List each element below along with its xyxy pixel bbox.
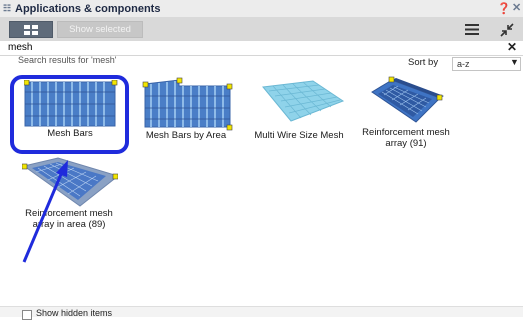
show-hidden-label: Show hidden items xyxy=(36,308,113,318)
hamburger-menu-icon xyxy=(465,24,479,35)
show-hidden-checkbox[interactable] xyxy=(22,310,32,320)
clear-x-icon[interactable]: ✕ xyxy=(507,40,517,54)
component-label: Mesh Bars by Area xyxy=(145,130,227,141)
footer: Show hidden items xyxy=(0,306,523,320)
mesh-bars-by-area-icon xyxy=(142,77,233,131)
component-label: Multi Wire Size Mesh xyxy=(254,130,344,141)
title-bar: ☷ Applications & components ❓ ✕ xyxy=(0,0,523,17)
sort-by-label: Sort by xyxy=(408,57,439,68)
grip-icon[interactable]: ☷ xyxy=(3,3,11,14)
window-title: Applications & components xyxy=(15,3,161,15)
close-icon[interactable]: ✕ xyxy=(512,1,521,14)
component-mesh-bars-by-area[interactable]: Mesh Bars by Area xyxy=(136,74,236,148)
help-icon[interactable]: ❓ xyxy=(497,2,511,15)
collapse-arrows-icon xyxy=(500,22,514,37)
selection-highlight xyxy=(10,75,129,154)
reinforcement-mesh-array-icon xyxy=(371,76,444,123)
search-row: ✕ xyxy=(0,40,523,56)
reinforcement-mesh-array-in-area-icon xyxy=(22,157,118,207)
component-multi-wire-size-mesh[interactable]: Multi Wire Size Mesh xyxy=(243,76,355,150)
search-input[interactable] xyxy=(8,41,488,54)
component-reinforcement-mesh-array[interactable]: Reinforcement mesh array (91) xyxy=(358,74,454,154)
collapse-button[interactable] xyxy=(494,21,520,38)
sort-select[interactable]: a-z ▼ xyxy=(452,57,521,71)
chevron-down-icon: ▼ xyxy=(510,57,519,67)
grid-view-icon xyxy=(24,24,38,35)
grid-view-button[interactable] xyxy=(9,21,53,38)
component-reinforcement-mesh-array-in-area[interactable]: Reinforcement mesh array in area (89) xyxy=(14,156,126,236)
results-summary: Search results for 'mesh' xyxy=(18,55,117,65)
component-label: Reinforcement mesh array in area (89) xyxy=(25,208,113,230)
multi-wire-size-mesh-icon xyxy=(262,80,345,122)
menu-button[interactable] xyxy=(457,21,487,38)
show-selected-button[interactable]: Show selected xyxy=(57,21,143,38)
component-label: Reinforcement mesh array (91) xyxy=(362,127,450,149)
results-row: Search results for 'mesh' Sort by a-z ▼ xyxy=(0,55,523,71)
sort-value: a-z xyxy=(457,59,470,69)
